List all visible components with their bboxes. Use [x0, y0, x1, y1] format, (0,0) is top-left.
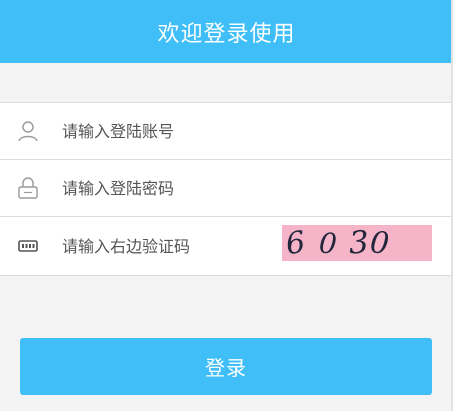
password-row [0, 160, 453, 217]
captcha-image[interactable]: 6 0 3 0 [282, 224, 432, 262]
page-title: 欢迎登录使用 [157, 21, 296, 47]
app-header: 欢迎登录使用 [0, 0, 453, 63]
user-icon [15, 118, 41, 144]
captcha-char: 3 [347, 224, 370, 262]
captcha-char: 6 [283, 224, 308, 262]
login-form: 6 0 3 0 [0, 102, 453, 276]
captcha-row: 6 0 3 0 [0, 217, 453, 275]
captcha-input[interactable] [62, 229, 273, 263]
login-button[interactable]: 登录 [20, 338, 432, 395]
password-input[interactable] [62, 171, 423, 205]
captcha-char: 0 [317, 225, 339, 261]
captcha-char: 0 [368, 224, 391, 262]
username-input[interactable] [62, 114, 423, 148]
keyboard-icon [15, 233, 41, 259]
lock-icon [15, 175, 41, 201]
username-row [0, 103, 453, 160]
